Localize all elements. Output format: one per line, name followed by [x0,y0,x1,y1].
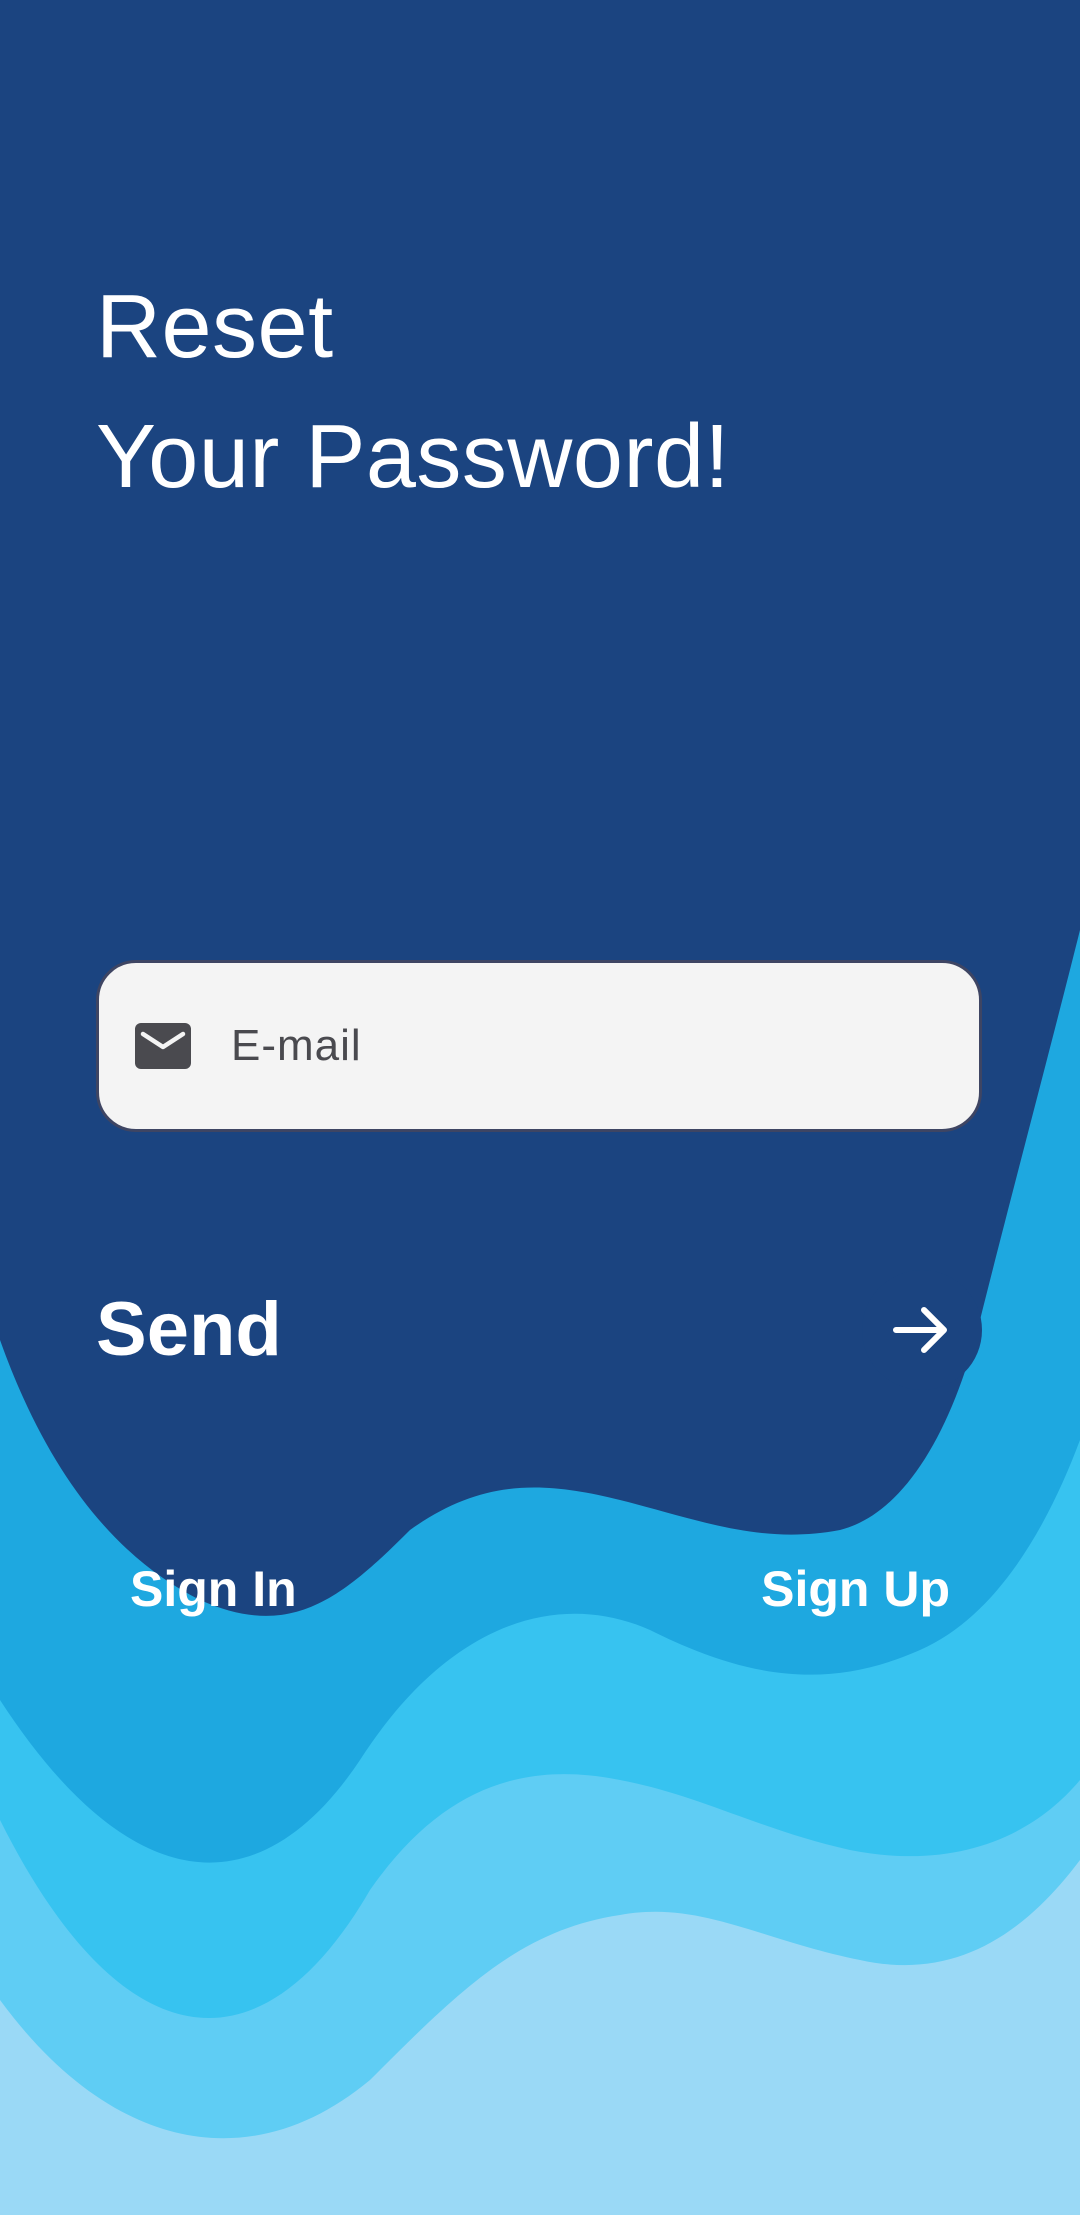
send-row: Send [96,1270,982,1390]
email-field-container[interactable] [96,960,982,1132]
send-button-label[interactable]: Send [96,1286,282,1373]
sign-in-link[interactable]: Sign In [130,1560,297,1618]
email-input[interactable] [229,1020,893,1072]
sign-up-link[interactable]: Sign Up [761,1560,950,1618]
page-title-line-2: Your Password! [96,407,731,507]
mail-icon [135,1023,191,1069]
send-button[interactable] [862,1270,982,1390]
arrow-right-icon [893,1307,947,1353]
page-title: Reset Your Password! [96,262,730,522]
page-title-line-1: Reset [96,277,334,377]
